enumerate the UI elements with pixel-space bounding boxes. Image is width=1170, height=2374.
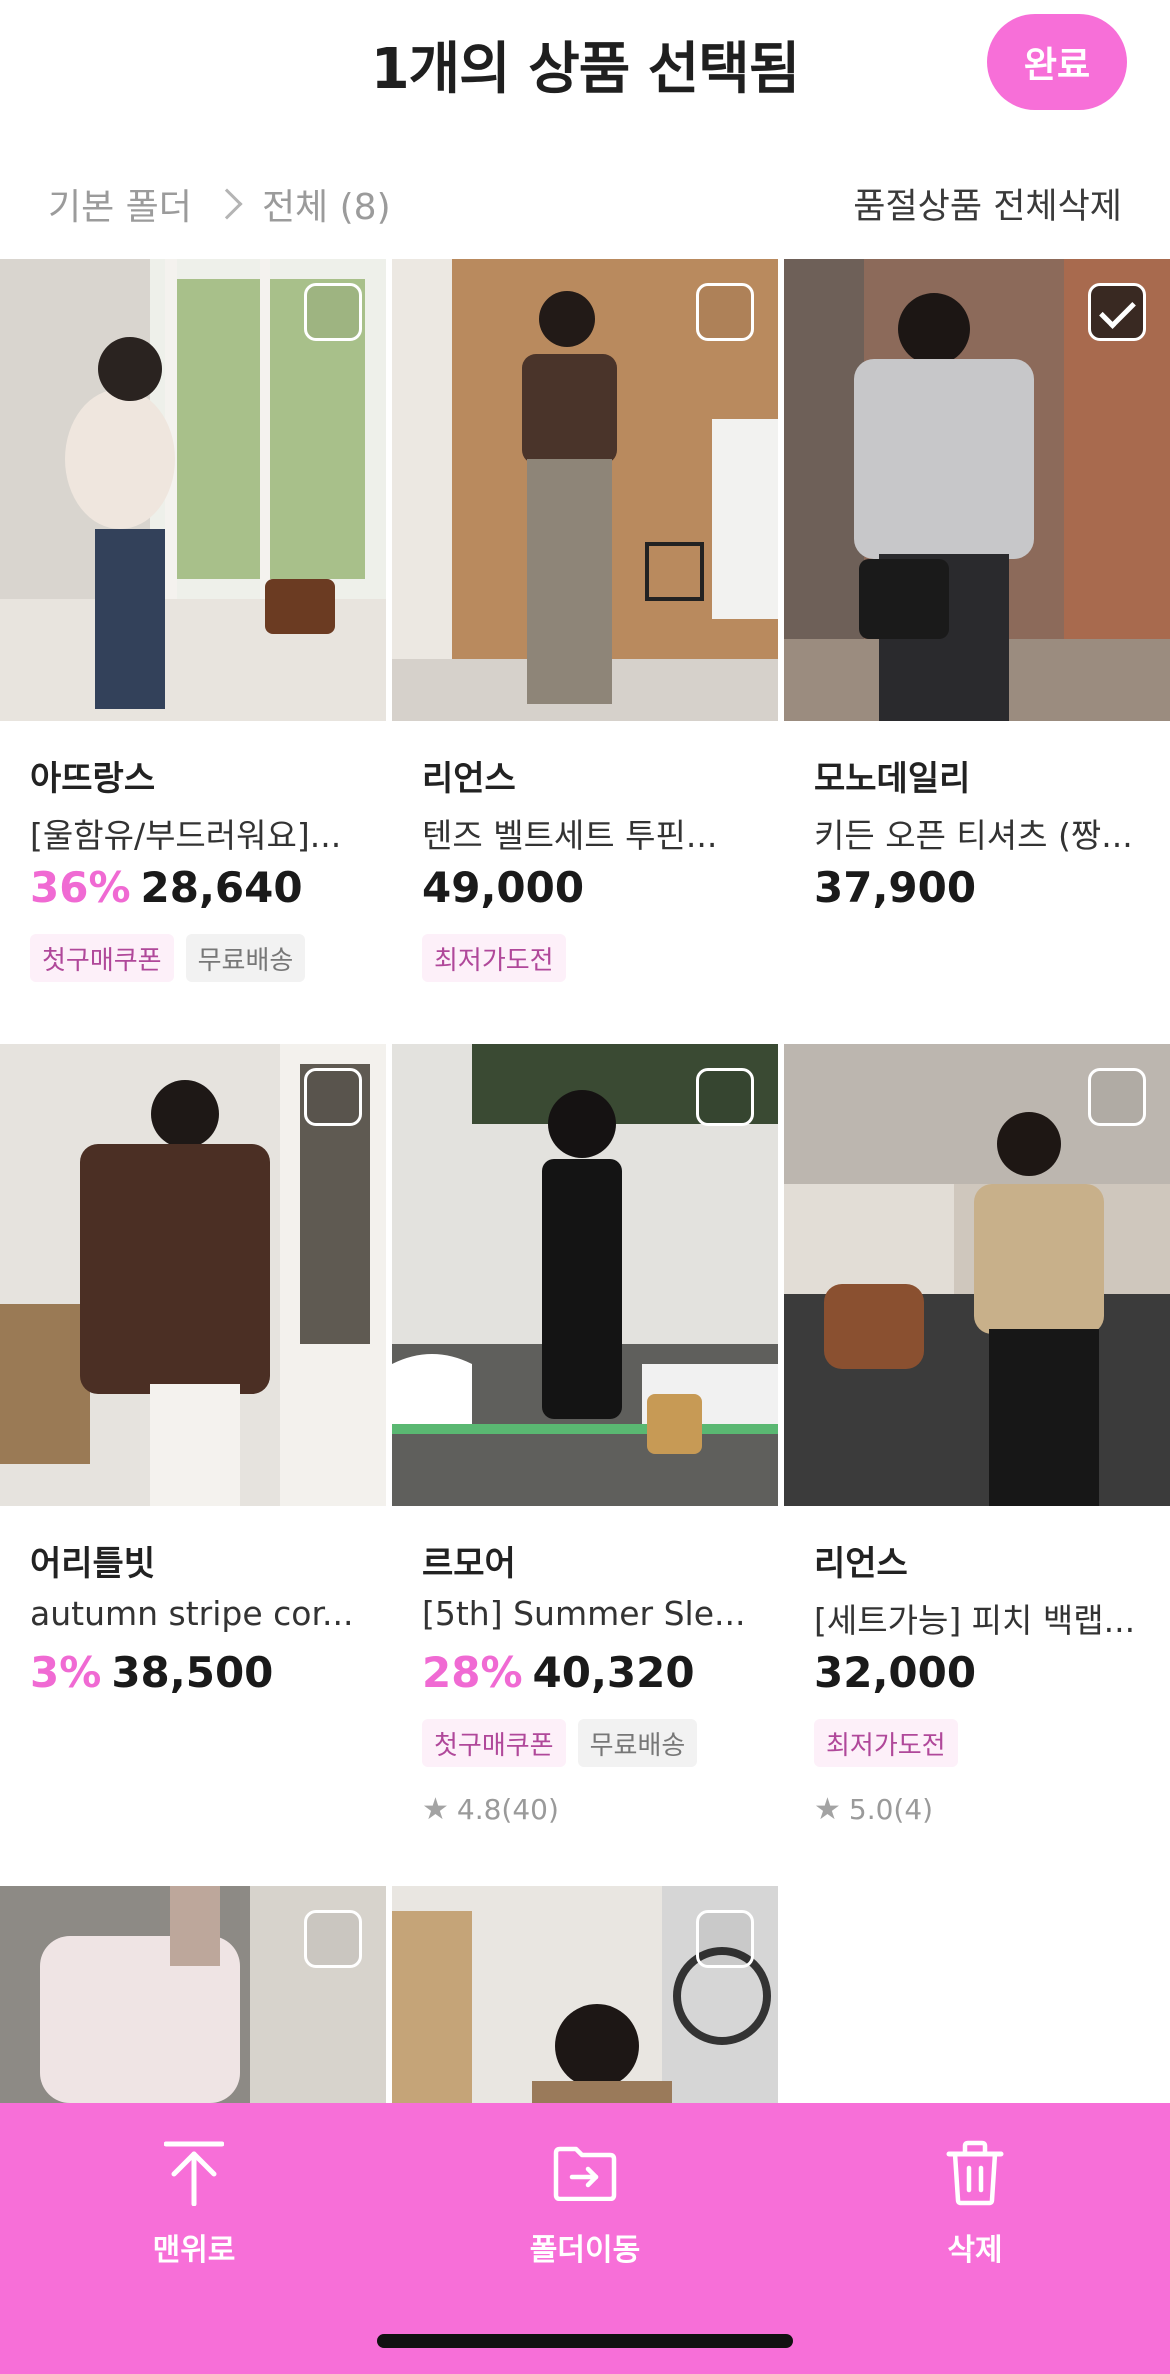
star-icon: ★ [422, 1792, 449, 1827]
product-image[interactable] [784, 1044, 1170, 1506]
done-button[interactable]: 완료 [987, 14, 1127, 110]
product-image[interactable] [784, 259, 1170, 721]
price-row: 32,000 [814, 1648, 976, 1697]
select-checkbox[interactable] [1088, 283, 1146, 341]
breadcrumb-bar: 기본 폴더 전체 (8) 품절상품 전체삭제 [0, 160, 1170, 240]
price-row: 36% 28,640 [30, 863, 303, 912]
select-checkbox[interactable] [696, 1068, 754, 1126]
rating-value: 4.8(40) [456, 1793, 559, 1826]
chevron-right-icon [211, 188, 243, 220]
product-name[interactable]: autumn stripe cor... [30, 1594, 370, 1633]
product-image[interactable] [0, 1886, 386, 2103]
product-price: 37,900 [814, 863, 977, 912]
tag-list: 최저가도전 [422, 934, 566, 982]
product-image[interactable] [392, 1886, 778, 2103]
product-price: 32,000 [814, 1648, 977, 1697]
scroll-top-label: 맨위로 [152, 2233, 236, 2268]
product-brand: 어리틀빗 [30, 1544, 156, 1584]
product-brand: 르모어 [422, 1544, 516, 1584]
price-row: 28% 40,320 [422, 1648, 695, 1697]
select-checkbox[interactable] [304, 283, 362, 341]
move-folder-label: 폴더이동 [529, 2233, 641, 2268]
rating: ★ 5.0(4) [814, 1792, 933, 1827]
select-checkbox[interactable] [696, 283, 754, 341]
delete-label: 삭제 [947, 2233, 1003, 2268]
folder-move-icon [465, 2133, 705, 2213]
product-price: 40,320 [532, 1648, 695, 1697]
product-price: 28,640 [140, 863, 303, 912]
select-checkbox[interactable] [696, 1910, 754, 1968]
star-icon: ★ [814, 1792, 841, 1827]
move-folder-button[interactable]: 폴더이동 [465, 2133, 705, 2269]
product-name[interactable]: [5th] Summer Sle... [422, 1594, 762, 1633]
tag-first-coupon: 첫구매쿠폰 [422, 1719, 566, 1767]
tag-list: 최저가도전 [814, 1719, 958, 1767]
product-name[interactable]: 텐즈 벨트세트 투핀... [422, 809, 762, 857]
header: 1개의 상품 선택됨 완료 [0, 0, 1170, 130]
tag-free-shipping: 무료배송 [577, 1719, 698, 1767]
product-brand: 리언스 [422, 759, 516, 799]
product-image[interactable] [0, 259, 386, 721]
discount-rate: 36% [30, 863, 131, 912]
select-checkbox[interactable] [304, 1068, 362, 1126]
delete-button[interactable]: 삭제 [855, 2133, 1095, 2269]
product-brand: 리언스 [814, 1544, 908, 1584]
discount-rate: 3% [30, 1648, 102, 1697]
home-indicator [377, 2334, 793, 2348]
select-checkbox[interactable] [304, 1910, 362, 1968]
tag-list: 첫구매쿠폰 무료배송 [30, 934, 306, 982]
product-brand: 아뜨랑스 [30, 759, 156, 799]
select-checkbox[interactable] [1088, 1068, 1146, 1126]
product-image[interactable] [392, 1044, 778, 1506]
discount-rate: 28% [422, 1648, 523, 1697]
tag-first-coupon: 첫구매쿠폰 [30, 934, 174, 982]
price-row: 3% 38,500 [30, 1648, 273, 1697]
product-image[interactable] [392, 259, 778, 721]
rating-value: 5.0(4) [848, 1793, 934, 1826]
product-brand: 모노데일리 [814, 759, 971, 799]
product-name[interactable]: 키든 오픈 티셔츠 (짱... [814, 809, 1154, 857]
product-name[interactable]: [세트가능] 피치 백랩... [814, 1594, 1154, 1642]
arrow-up-to-top-icon [74, 2133, 314, 2213]
breadcrumb: 기본 폴더 전체 (8) [48, 178, 391, 230]
rating: ★ 4.8(40) [422, 1792, 559, 1827]
trash-icon [855, 2133, 1095, 2213]
tag-free-shipping: 무료배송 [185, 934, 306, 982]
price-row: 49,000 [422, 863, 584, 912]
delete-soldout-button[interactable]: 품절상품 전체삭제 [853, 178, 1122, 229]
tag-lowest-price: 최저가도전 [422, 934, 566, 982]
product-price: 38,500 [111, 1648, 274, 1697]
price-row: 37,900 [814, 863, 976, 912]
product-price: 49,000 [422, 863, 585, 912]
breadcrumb-root[interactable]: 기본 폴더 [48, 178, 192, 230]
product-name[interactable]: [울함유/부드러워요]... [30, 809, 370, 857]
scroll-top-button[interactable]: 맨위로 [74, 2133, 314, 2269]
breadcrumb-current[interactable]: 전체 (8) [262, 178, 391, 230]
tag-lowest-price: 최저가도전 [814, 1719, 958, 1767]
tag-list: 첫구매쿠폰 무료배송 [422, 1719, 698, 1767]
product-image[interactable] [0, 1044, 386, 1506]
